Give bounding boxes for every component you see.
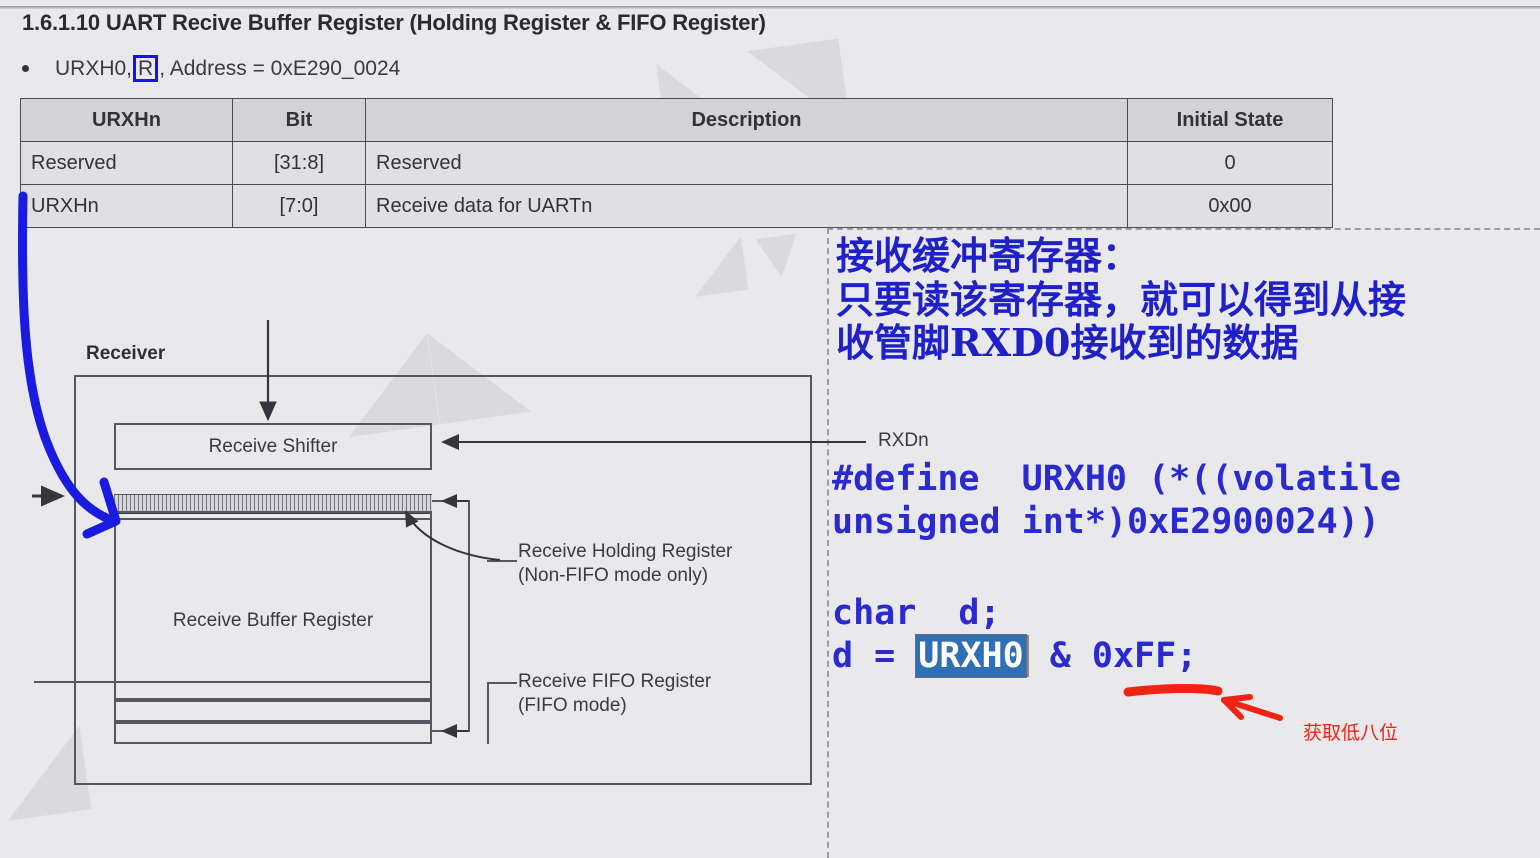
fifo-leader-line (487, 682, 517, 684)
register-bitfield-table: URXHn Bit Description Initial State Rese… (20, 98, 1333, 228)
holding-leader-line (487, 560, 517, 562)
code-assign-suffix: & 0xFF; (1028, 635, 1198, 676)
feedback-bottom-line (432, 730, 468, 732)
register-address-line: URXH0, R , Address = 0xE290_0024 (22, 55, 400, 82)
holding-note-text: Receive Holding Register (Non-FIFO mode … (518, 541, 733, 587)
fifo-row-box (114, 722, 432, 744)
code-assign-prefix: d = (832, 635, 917, 676)
receive-shifter-label: Receive Shifter (208, 436, 338, 457)
column-header-urxhn: URXHn (20, 98, 233, 142)
cell-bit-range: [31:8] (232, 141, 366, 185)
code-declaration-line: char d; (832, 593, 1001, 633)
buffer-divider-line (114, 681, 432, 683)
code-usage-block: char d; d = URXH0| & 0xFF; (832, 592, 1198, 678)
cell-initial-state: 0 (1127, 141, 1333, 185)
receive-buffer-register-label: Receive Buffer Register (172, 610, 374, 631)
page-canvas: ◣◥ ◢▼ ◢◣ ◢ 1.6.1.10 UART Recive Buffer R… (0, 0, 1540, 858)
table-header-row: URXHn Bit Description Initial State (20, 98, 1333, 142)
bullet-prefix: URXH0, (55, 56, 133, 80)
bullet-icon (22, 65, 29, 72)
cell-field-name: URXHn (20, 184, 233, 228)
feedback-top-line (432, 500, 468, 502)
diagram-title-receiver: Receiver (86, 343, 166, 364)
cell-bit-range: [7:0] (232, 184, 366, 228)
column-header-description: Description (365, 98, 1128, 142)
code-selected-token[interactable]: URXH0 (915, 633, 1027, 678)
code-define-macro: #define URXH0 (*((volatile unsigned int*… (832, 459, 1401, 542)
access-type-highlight-box: R (133, 55, 159, 82)
cell-initial-state: 0x00 (1127, 184, 1333, 228)
red-annotation-text: 获取低八位 (1303, 723, 1399, 744)
receive-fifo-register-note: Receive FIFO Register (FIFO mode) (518, 670, 818, 719)
fifo-note-text: Receive FIFO Register (FIFO mode) (518, 671, 712, 717)
feedback-vertical-line (468, 500, 470, 732)
fifo-row-box (114, 700, 432, 722)
bullet-suffix: , Address = 0xE290_0024 (159, 56, 401, 80)
cell-field-name: Reserved (20, 141, 233, 185)
top-divider (0, 6, 1540, 9)
column-header-initial-state: Initial State (1127, 98, 1333, 142)
cell-description: Receive data for UARTn (365, 184, 1128, 228)
table-row: Reserved [31:8] Reserved 0 (20, 141, 1333, 185)
receiver-block-diagram: Receiver Receive Shifter Receive Buffer … (0, 230, 830, 830)
chinese-explanation-note: 接收缓冲寄存器： 只要读该寄存器，就可以得到从接 收管脚RXD0接收到的数据 (836, 233, 1407, 366)
cell-description: Reserved (365, 141, 1128, 185)
rxdn-signal-label: RXDn (878, 430, 929, 451)
fifo-bracket-line (487, 682, 489, 744)
receive-holding-register-note: Receive Holding Register (Non-FIFO mode … (518, 540, 818, 589)
column-header-bit: Bit (232, 98, 366, 142)
receive-buffer-register-box (114, 511, 432, 700)
page-title: 1.6.1.10 UART Recive Buffer Register (Ho… (22, 10, 766, 35)
buffer-output-line (34, 681, 114, 683)
table-row: URXHn [7:0] Receive data for UARTn 0x00 (20, 184, 1333, 228)
buffer-divider-line (114, 518, 432, 520)
